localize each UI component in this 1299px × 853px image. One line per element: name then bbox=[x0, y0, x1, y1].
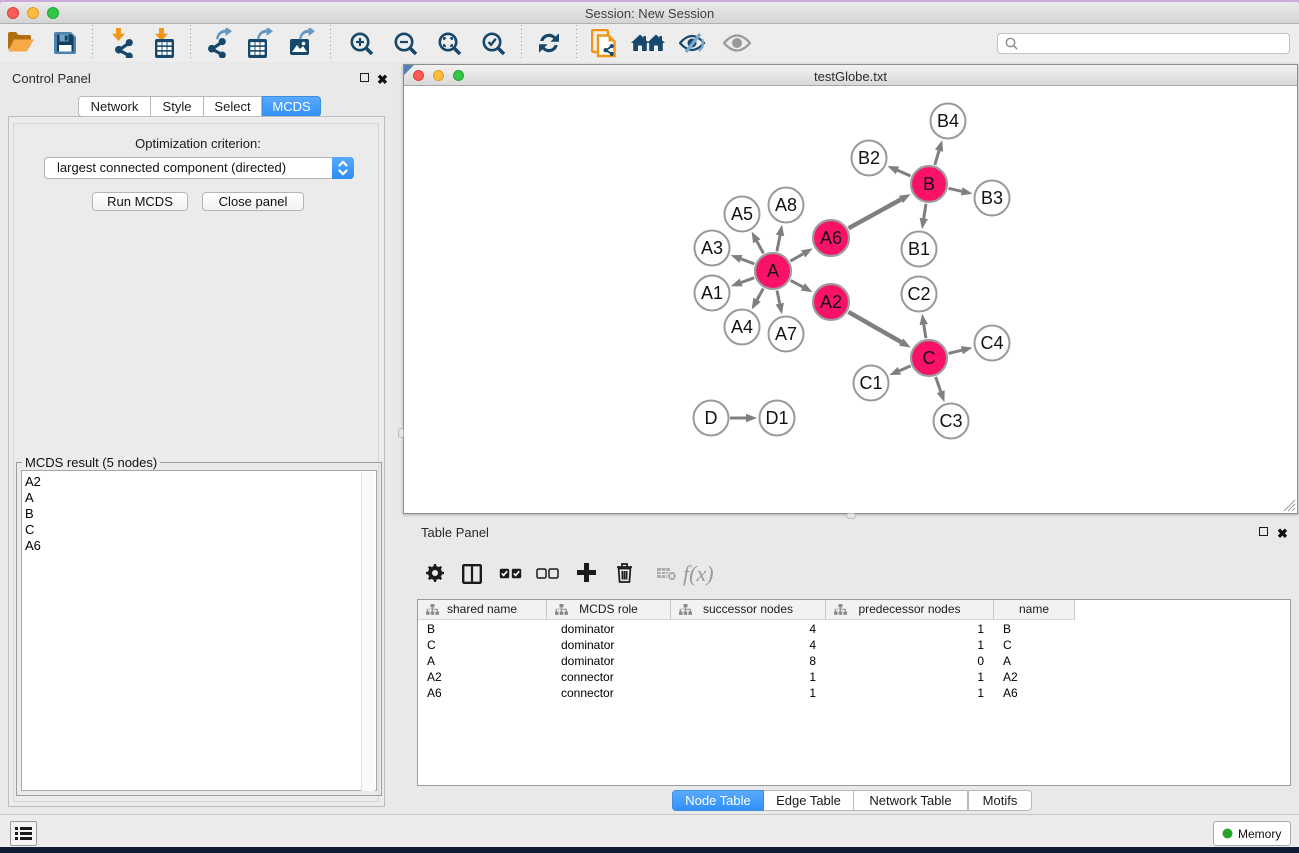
svg-text:A7: A7 bbox=[775, 324, 797, 344]
svg-text:A1: A1 bbox=[701, 283, 723, 303]
svg-text:C4: C4 bbox=[980, 333, 1003, 353]
svg-text:A5: A5 bbox=[731, 204, 753, 224]
svg-text:D1: D1 bbox=[765, 408, 788, 428]
svg-text:B: B bbox=[923, 174, 935, 194]
svg-text:A8: A8 bbox=[775, 195, 797, 215]
svg-text:A3: A3 bbox=[701, 238, 723, 258]
svg-text:D: D bbox=[705, 408, 718, 428]
svg-text:A: A bbox=[767, 261, 779, 281]
svg-text:C: C bbox=[923, 348, 936, 368]
svg-text:A6: A6 bbox=[820, 228, 842, 248]
svg-text:B3: B3 bbox=[981, 188, 1003, 208]
svg-text:A2: A2 bbox=[820, 292, 842, 312]
svg-text:A4: A4 bbox=[731, 317, 753, 337]
svg-text:C2: C2 bbox=[907, 284, 930, 304]
svg-text:B4: B4 bbox=[937, 111, 959, 131]
svg-text:C3: C3 bbox=[939, 411, 962, 431]
svg-text:C1: C1 bbox=[859, 373, 882, 393]
svg-text:B1: B1 bbox=[908, 239, 930, 259]
svg-text:B2: B2 bbox=[858, 148, 880, 168]
